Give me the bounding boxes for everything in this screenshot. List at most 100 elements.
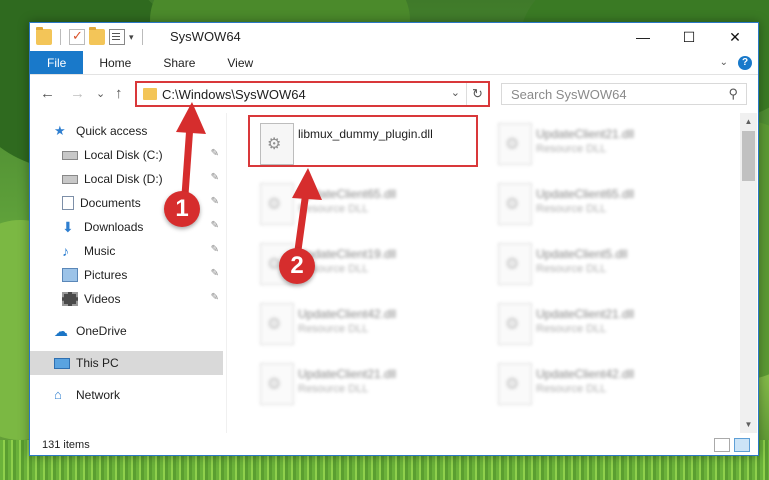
pictures-icon <box>62 268 78 282</box>
search-placeholder: Search SysWOW64 <box>511 87 627 102</box>
qat-dropdown-icon[interactable]: ▾ <box>129 32 134 43</box>
scroll-down-icon[interactable]: ▼ <box>740 416 757 433</box>
toolbar-separator <box>141 29 143 45</box>
sidebar-item-this-pc[interactable]: This PC <box>30 351 223 375</box>
file-item[interactable]: UpdateClient65.dll Resource DLL <box>488 177 718 229</box>
file-name: UpdateClient21.dll <box>298 367 397 381</box>
tab-file[interactable]: File <box>30 51 84 74</box>
sidebar-item-label: This PC <box>76 356 119 370</box>
network-icon: ⌂ <box>54 387 62 402</box>
scroll-up-icon[interactable]: ▲ <box>740 113 757 130</box>
dll-file-icon <box>498 183 532 225</box>
close-button[interactable]: ✕ <box>712 23 758 51</box>
videos-icon <box>62 292 78 306</box>
address-path[interactable]: C:\Windows\SysWOW64 <box>162 87 306 102</box>
file-type: Resource DLL <box>298 323 369 335</box>
file-name: UpdateClient21.dll <box>536 127 635 141</box>
sidebar-item-label: Music <box>84 244 116 258</box>
pin-icon[interactable]: ✎ <box>211 244 219 255</box>
file-type: Resource DLL <box>536 263 607 275</box>
details-view-icon[interactable] <box>714 438 730 452</box>
file-type: Resource DLL <box>298 203 369 215</box>
expand-ribbon-icon[interactable]: ⌄ <box>720 57 728 68</box>
file-name: UpdateClient5.dll <box>536 247 628 261</box>
sidebar-item-network[interactable]: ⌂ Network <box>30 383 223 407</box>
pin-icon[interactable]: ✎ <box>211 292 219 303</box>
tab-view[interactable]: View <box>211 51 269 74</box>
sidebar-item-onedrive[interactable]: ☁ OneDrive <box>30 319 223 343</box>
ribbon-tabs: File Home Share View ⌄ ? <box>30 51 758 75</box>
view-toggle <box>714 438 750 452</box>
file-item-libmux-dummy-plugin[interactable]: libmux_dummy_plugin.dll <box>248 115 478 167</box>
sidebar-item-videos[interactable]: Videos ✎ <box>30 287 223 311</box>
address-bar[interactable]: C:\Windows\SysWOW64 ⌄ ↻ <box>135 81 490 107</box>
onedrive-icon: ☁ <box>54 323 68 339</box>
status-bar: 131 items <box>30 435 758 455</box>
search-input[interactable]: Search SysWOW64 ⚲ <box>501 83 747 105</box>
dll-file-icon <box>498 303 532 345</box>
toolbar-separator <box>60 29 61 45</box>
folder-icon <box>143 88 157 100</box>
window-controls: — ☐ ✕ <box>620 23 758 51</box>
title-bar: ▾ SysWOW64 — ☐ ✕ <box>30 23 758 51</box>
vertical-scrollbar[interactable]: ▲ ▼ <box>740 113 757 433</box>
file-type: Resource DLL <box>536 383 607 395</box>
file-item[interactable]: UpdateClient21.dll Resource DLL <box>250 357 480 409</box>
new-folder-icon[interactable] <box>89 27 105 45</box>
large-icons-view-icon[interactable] <box>734 438 750 452</box>
file-type: Resource DLL <box>536 143 607 155</box>
sidebar-item-local-disk-c[interactable]: Local Disk (C:) ✎ <box>30 143 223 167</box>
item-count: 131 items <box>42 439 90 451</box>
step-2-badge: 2 <box>279 248 315 284</box>
file-item[interactable]: UpdateClient65.dll Resource DLL <box>250 177 480 229</box>
tab-share[interactable]: Share <box>147 51 211 74</box>
navigation-bar: ← → ⌄ ↑ C:\Windows\SysWOW64 ⌄ ↻ Search S… <box>30 76 758 112</box>
file-type: Resource DLL <box>536 203 607 215</box>
this-pc-icon <box>54 357 70 369</box>
minimize-button[interactable]: — <box>620 23 666 51</box>
file-name: libmux_dummy_plugin.dll <box>298 127 433 141</box>
pin-icon[interactable]: ✎ <box>211 196 219 207</box>
file-item[interactable]: UpdateClient21.dll Resource DLL <box>488 117 718 169</box>
sidebar-item-quick-access[interactable]: ★ Quick access <box>30 119 223 143</box>
tab-home[interactable]: Home <box>83 51 147 74</box>
pane-divider[interactable] <box>226 113 227 433</box>
refresh-icon[interactable]: ↻ <box>466 83 488 105</box>
sidebar-item-label: Videos <box>84 292 121 306</box>
properties-check-icon[interactable] <box>69 28 85 45</box>
recent-locations-icon[interactable]: ⌄ <box>96 87 105 100</box>
sidebar-item-local-disk-d[interactable]: Local Disk (D:) ✎ <box>30 167 223 191</box>
file-explorer-window: ▾ SysWOW64 — ☐ ✕ File Home Share View ⌄ … <box>29 22 759 456</box>
file-item[interactable]: UpdateClient5.dll Resource DLL <box>488 237 718 289</box>
disk-icon <box>62 150 78 160</box>
back-arrow-icon[interactable]: ← <box>40 85 55 102</box>
pin-icon[interactable]: ✎ <box>211 172 219 183</box>
help-icon[interactable]: ? <box>738 55 752 70</box>
forward-arrow-icon[interactable]: → <box>70 85 85 102</box>
file-item[interactable]: UpdateClient42.dll Resource DLL <box>250 297 480 349</box>
customize-toolbar-icon[interactable] <box>109 29 125 45</box>
sidebar-item-pictures[interactable]: Pictures ✎ <box>30 263 223 287</box>
folder-icon <box>36 27 52 45</box>
sidebar-item-label: Pictures <box>84 268 128 282</box>
star-icon: ★ <box>54 123 66 138</box>
pin-icon[interactable]: ✎ <box>211 148 219 159</box>
search-icon[interactable]: ⚲ <box>728 86 738 102</box>
file-item[interactable]: UpdateClient21.dll Resource DLL <box>488 297 718 349</box>
window-title: SysWOW64 <box>170 29 241 44</box>
file-type: Resource DLL <box>298 383 369 395</box>
sidebar-item-label: Documents <box>80 196 141 210</box>
file-name: UpdateClient65.dll <box>298 187 397 201</box>
sidebar-item-music[interactable]: ♪ Music ✎ <box>30 239 223 263</box>
maximize-button[interactable]: ☐ <box>666 23 712 51</box>
ribbon-right-controls: ⌄ ? <box>720 51 758 74</box>
file-item[interactable]: UpdateClient42.dll Resource DLL <box>488 357 718 409</box>
pin-icon[interactable]: ✎ <box>211 268 219 279</box>
pin-icon[interactable]: ✎ <box>211 220 219 231</box>
dll-file-icon <box>260 123 294 165</box>
up-arrow-icon[interactable]: ↑ <box>115 85 123 102</box>
address-dropdown-icon[interactable]: ⌄ <box>451 86 460 99</box>
file-name: UpdateClient21.dll <box>536 307 635 321</box>
scroll-thumb[interactable] <box>742 131 755 181</box>
dll-file-icon <box>498 363 532 405</box>
